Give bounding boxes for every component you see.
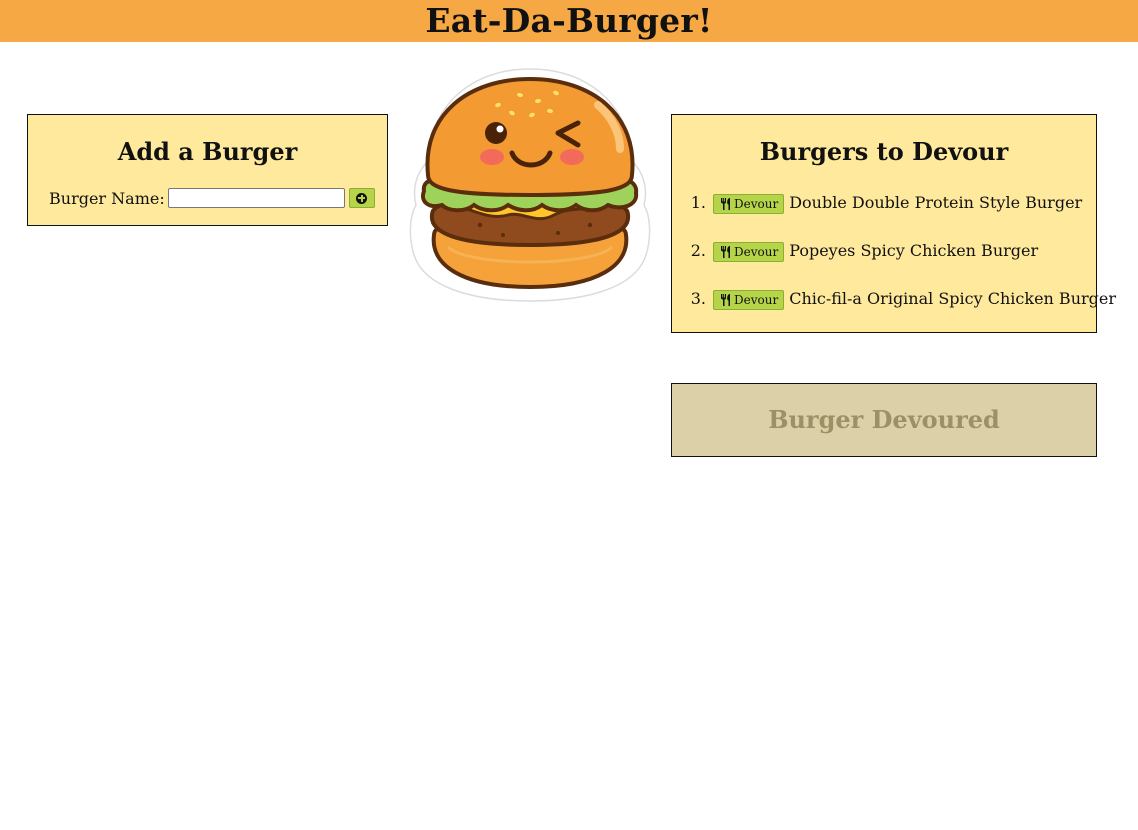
burger-name: Popeyes Spicy Chicken Burger <box>789 241 1039 260</box>
burger-name: Double Double Protein Style Burger <box>789 193 1083 212</box>
burgers-to-devour-title: Burgers to Devour <box>759 137 1009 166</box>
devour-button[interactable]: Devour <box>713 242 785 262</box>
add-burger-panel: Add a Burger Burger Name: <box>27 114 388 226</box>
burger-devoured-panel: Burger Devoured <box>671 383 1097 457</box>
devour-button-label: Devour <box>734 245 779 259</box>
list-item-number: 1. <box>690 193 706 212</box>
utensils-icon <box>721 246 730 258</box>
add-burger-title: Add a Burger <box>117 137 298 166</box>
burgers-to-devour-panel: Burgers to Devour 1. Devour Double Doubl… <box>671 114 1116 333</box>
devour-button-label: Devour <box>734 197 779 211</box>
burger-list: 1. Devour Double Double Protein Style Bu… <box>672 191 1116 335</box>
burger-devoured-title: Burger Devoured <box>768 405 1000 434</box>
page-header: Eat-Da-Burger! <box>0 0 1138 42</box>
list-item: 2. Devour Popeyes Spicy Chicken Burger <box>672 239 1116 287</box>
page-title: Eat-Da-Burger! <box>425 1 713 40</box>
list-item: 3. Devour Chic-fil-a Original Spicy Chic… <box>672 287 1116 335</box>
burger-name: Chic-fil-a Original Spicy Chicken Burger <box>789 289 1116 308</box>
burger-name-label: Burger Name: <box>49 188 165 208</box>
add-burger-button[interactable] <box>348 188 375 208</box>
add-burger-form: Burger Name: <box>49 188 375 208</box>
devour-button[interactable]: Devour <box>713 194 785 214</box>
utensils-icon <box>721 198 730 210</box>
list-item: 1. Devour Double Double Protein Style Bu… <box>672 191 1116 239</box>
plus-circle-icon <box>356 192 368 204</box>
burger-mascot-icon <box>409 68 651 302</box>
list-item-number: 3. <box>690 289 706 308</box>
devour-button-label: Devour <box>734 293 779 307</box>
utensils-icon <box>721 294 730 306</box>
burger-name-input[interactable] <box>167 188 345 208</box>
list-item-number: 2. <box>690 241 706 260</box>
devour-button[interactable]: Devour <box>713 290 785 310</box>
